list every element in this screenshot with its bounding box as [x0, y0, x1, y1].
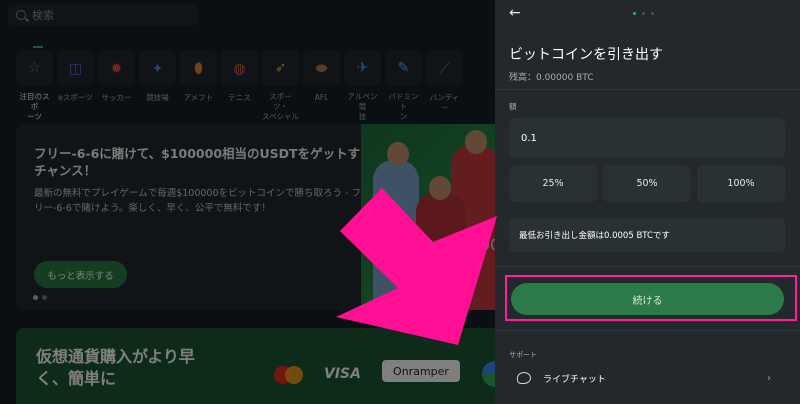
pointer-arrow-icon — [336, 188, 497, 345]
